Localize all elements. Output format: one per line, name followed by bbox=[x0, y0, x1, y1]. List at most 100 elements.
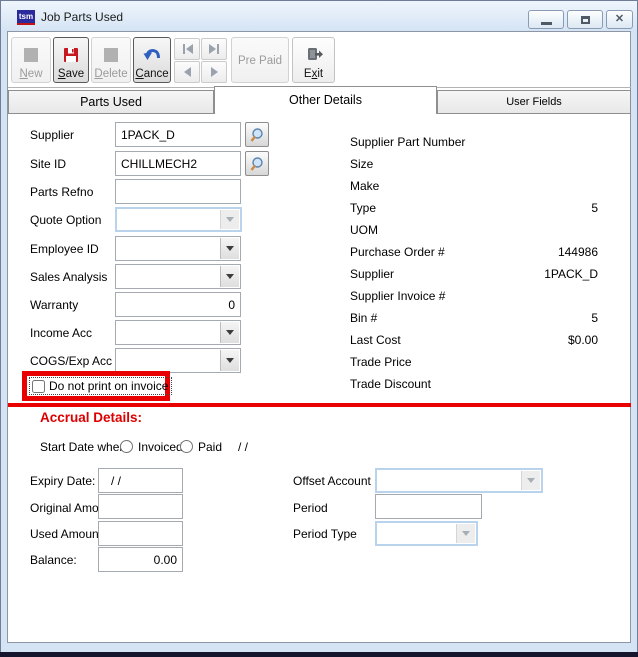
cancel-button-label: Cance bbox=[135, 68, 168, 80]
magnifier-icon bbox=[249, 156, 265, 172]
close-icon: ✕ bbox=[615, 14, 624, 25]
detail-value: $0.00 bbox=[568, 333, 598, 347]
chevron-down-icon[interactable] bbox=[220, 238, 239, 259]
tab-parts-used[interactable]: Parts Used bbox=[8, 90, 214, 114]
do-not-print-label: Do not print on invoice bbox=[49, 379, 168, 393]
last-record-button bbox=[201, 38, 227, 60]
detail-value: 5 bbox=[591, 311, 598, 325]
detail-label: Last Cost bbox=[350, 333, 401, 347]
pre-paid-button: Pre Paid bbox=[231, 37, 289, 83]
period-type-select bbox=[375, 521, 478, 546]
cancel-button[interactable]: Cance bbox=[133, 37, 171, 83]
maximize-icon bbox=[581, 16, 590, 24]
maximize-button[interactable] bbox=[567, 10, 603, 29]
start-date-value: / / bbox=[238, 440, 248, 454]
used-amount-input[interactable] bbox=[98, 521, 183, 546]
tab-other-details[interactable]: Other Details bbox=[214, 86, 437, 114]
exit-icon bbox=[305, 42, 323, 68]
offset-account-label: Offset Account bbox=[293, 474, 371, 488]
exit-button-label: Exit bbox=[304, 68, 323, 80]
first-record-button bbox=[174, 38, 200, 60]
employee-id-label: Employee ID bbox=[30, 242, 99, 256]
detail-value: 1PACK_D bbox=[544, 267, 598, 281]
period-label: Period bbox=[293, 501, 328, 515]
site-id-input[interactable] bbox=[115, 151, 241, 176]
detail-label: Trade Discount bbox=[350, 377, 431, 391]
new-button-label: New bbox=[19, 68, 42, 80]
chevron-down-icon[interactable] bbox=[220, 266, 239, 287]
new-icon bbox=[24, 42, 38, 68]
last-record-icon bbox=[209, 44, 216, 54]
quote-option-select bbox=[115, 207, 242, 232]
detail-label: Supplier Invoice # bbox=[350, 289, 445, 303]
cogs-exp-acc-select[interactable] bbox=[115, 348, 241, 373]
detail-label: Bin # bbox=[350, 311, 377, 325]
sales-analysis-label: Sales Analysis bbox=[30, 270, 107, 284]
pre-paid-button-label: Pre Paid bbox=[238, 42, 282, 80]
warranty-input[interactable] bbox=[115, 292, 241, 317]
delete-button-label: Delete bbox=[94, 68, 127, 80]
detail-value: 5 bbox=[591, 201, 598, 215]
paid-radio[interactable] bbox=[180, 440, 193, 453]
site-id-lookup-button[interactable] bbox=[245, 151, 269, 176]
delete-button: Delete bbox=[91, 37, 131, 83]
detail-label: Trade Price bbox=[350, 355, 412, 369]
tsm-app-icon: tsm bbox=[17, 10, 35, 25]
detail-label: Supplier bbox=[350, 267, 394, 281]
supplier-input[interactable] bbox=[115, 122, 241, 147]
cogs-exp-acc-label: COGS/Exp Acc bbox=[30, 354, 112, 368]
detail-label: UOM bbox=[350, 223, 378, 237]
save-button[interactable]: Save bbox=[53, 37, 89, 83]
save-icon bbox=[63, 42, 79, 68]
chevron-down-icon[interactable] bbox=[220, 350, 239, 371]
window-title: Job Parts Used bbox=[41, 10, 123, 24]
chevron-down-icon bbox=[220, 210, 239, 229]
original-amount-input[interactable] bbox=[98, 494, 183, 519]
paid-radio-label: Paid bbox=[198, 440, 222, 454]
chevron-down-icon[interactable] bbox=[220, 322, 239, 343]
job-parts-used-window: tsm Job Parts Used ✕ New Save Delete Can… bbox=[0, 0, 638, 657]
detail-label: Type bbox=[350, 201, 376, 215]
chevron-down-icon bbox=[521, 471, 540, 490]
next-record-button bbox=[201, 61, 227, 83]
tab-user-fields[interactable]: User Fields bbox=[437, 90, 631, 114]
window-bottom-edge bbox=[0, 652, 638, 657]
income-acc-select[interactable] bbox=[115, 320, 241, 345]
annotation-highlight-box: Do not print on invoice bbox=[22, 371, 170, 401]
start-date-when-label: Start Date when: bbox=[40, 440, 129, 454]
close-button[interactable]: ✕ bbox=[606, 10, 633, 29]
minimize-button[interactable] bbox=[528, 10, 564, 29]
supplier-lookup-button[interactable] bbox=[245, 122, 269, 147]
new-button: New bbox=[11, 37, 51, 83]
detail-label: Purchase Order # bbox=[350, 245, 445, 259]
warranty-label: Warranty bbox=[30, 298, 78, 312]
invoiced-radio-label: Invoiced bbox=[138, 440, 183, 454]
expiry-date-label: Expiry Date: bbox=[30, 474, 95, 488]
exit-button[interactable]: Exit bbox=[292, 37, 335, 83]
invoiced-radio[interactable] bbox=[120, 440, 133, 453]
detail-label: Supplier Part Number bbox=[350, 135, 465, 149]
do-not-print-checkbox[interactable] bbox=[32, 380, 45, 393]
first-record-icon bbox=[183, 44, 185, 54]
expiry-date-input[interactable] bbox=[98, 468, 183, 493]
parts-refno-label: Parts Refno bbox=[30, 185, 93, 199]
detail-label: Make bbox=[350, 179, 379, 193]
delete-icon bbox=[104, 42, 118, 68]
employee-id-select[interactable] bbox=[115, 236, 241, 261]
titlebar[interactable]: tsm Job Parts Used ✕ bbox=[1, 1, 637, 31]
period-input[interactable] bbox=[375, 494, 482, 519]
detail-value: 144986 bbox=[558, 245, 598, 259]
site-id-label: Site ID bbox=[30, 157, 66, 171]
balance-input[interactable] bbox=[98, 547, 183, 572]
used-amount-label: Used Amount: bbox=[30, 527, 105, 541]
detail-label: Size bbox=[350, 157, 373, 171]
do-not-print-focus-rect: Do not print on invoice bbox=[29, 377, 172, 395]
undo-arrow-icon bbox=[143, 42, 161, 68]
sales-analysis-select[interactable] bbox=[115, 264, 241, 289]
chevron-down-icon bbox=[456, 524, 475, 543]
minimize-icon bbox=[541, 22, 552, 25]
save-button-label: Save bbox=[58, 68, 84, 80]
parts-refno-input[interactable] bbox=[115, 179, 241, 204]
period-type-label: Period Type bbox=[293, 527, 357, 541]
quote-option-label: Quote Option bbox=[30, 213, 101, 227]
